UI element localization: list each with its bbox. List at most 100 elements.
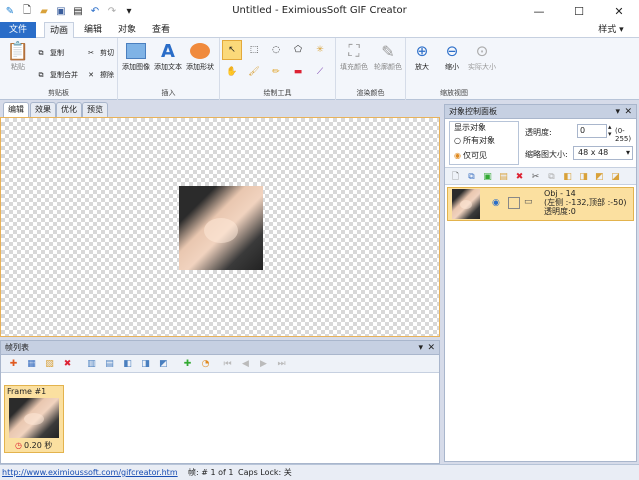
tab-file[interactable]: 文件	[0, 22, 36, 38]
canvas-image-object[interactable]	[179, 186, 263, 270]
lock-toggle-icon[interactable]	[508, 197, 520, 209]
delete-frame-icon[interactable]: ✖	[61, 357, 74, 370]
frame-thumbnail[interactable]: Frame #1 ◷ 0.20 秒	[4, 385, 64, 453]
magic-wand-icon[interactable]: ✳	[310, 40, 330, 60]
minimize-button[interactable]: —	[519, 0, 559, 22]
pencil-icon[interactable]: ✏	[266, 62, 286, 82]
tab-object[interactable]: 对象	[114, 22, 140, 38]
pin-dropdown-icon[interactable]: ▾	[418, 341, 423, 355]
copy-merge-button[interactable]: ⧉ 复制合并	[34, 68, 79, 82]
eraser-icon[interactable]: ▬	[288, 62, 308, 82]
select-rect-icon[interactable]: ⬚	[244, 40, 264, 60]
tab-edit[interactable]: 编辑	[80, 22, 106, 38]
all-objects-label: 所有对象	[462, 136, 495, 145]
redo-icon[interactable]: ↷	[105, 4, 119, 18]
frame-tool3-icon[interactable]: ◧	[121, 357, 134, 370]
object-transparency: 透明度:0	[544, 207, 576, 216]
obj-front-icon[interactable]: ◧	[561, 170, 574, 183]
open-icon[interactable]: ▰	[37, 4, 51, 18]
style-menu[interactable]: 样式 ▾	[596, 22, 626, 38]
document-tabs: 编辑 效果 优化 预览	[0, 101, 440, 117]
close-panel-icon[interactable]: ✕	[427, 341, 435, 355]
tab-preview[interactable]: 预览	[82, 102, 108, 117]
frame-delay[interactable]: ◷ 0.20 秒	[15, 440, 52, 451]
duplicate-frame-icon[interactable]: ▧	[43, 357, 56, 370]
obj-delete-icon[interactable]: ✖	[513, 170, 526, 183]
frame-image	[9, 398, 59, 438]
copy-button[interactable]: ⧉ 复制	[34, 46, 65, 60]
radio-unchecked-icon: ○	[454, 136, 461, 145]
prev-frame-icon[interactable]: ◀	[239, 357, 252, 370]
obj-cut-icon[interactable]: ✂	[529, 170, 542, 183]
paste-button[interactable]: 📋 粘贴	[2, 40, 34, 72]
insert-frame-icon[interactable]: ▦	[25, 357, 38, 370]
tab-optimize[interactable]: 优化	[56, 102, 82, 117]
line-icon[interactable]: ⟋	[310, 62, 330, 82]
obj-add-icon[interactable]: ▣	[481, 170, 494, 183]
select-poly-icon[interactable]: ⬠	[288, 40, 308, 60]
thumb-size-select[interactable]: 48 x 48 ▾	[573, 146, 633, 160]
first-frame-icon[interactable]: ⏮	[221, 357, 234, 370]
copy-icon: ⧉	[38, 48, 44, 57]
actual-size-button[interactable]: ⊙ 实际大小	[466, 40, 498, 72]
add-effect-icon[interactable]: ✚	[181, 357, 194, 370]
print-icon[interactable]: ▤	[71, 4, 85, 18]
zoom-in-button[interactable]: ⊕ 放大	[406, 40, 438, 72]
transparency-spinner[interactable]: ▴ ▾	[608, 124, 612, 138]
object-close-panel-icon[interactable]: ✕	[624, 105, 632, 119]
zoom-out-button[interactable]: ⊖ 缩小	[436, 40, 468, 72]
all-objects-radio[interactable]: ○ 所有对象	[454, 135, 495, 146]
frame-timer-icon[interactable]: ◔	[199, 357, 212, 370]
tab-effects[interactable]: 效果	[30, 102, 56, 117]
add-image-button[interactable]: 添加图像	[120, 40, 152, 72]
visibility-eye-icon[interactable]: ◉	[492, 198, 500, 208]
group-clipboard: 📋 粘贴 ⧉ 复制 ⧉ 复制合并 ✂ 剪切 ✕ 擦除 剪贴板	[0, 38, 118, 100]
delete-button[interactable]: ✕ 擦除	[84, 68, 114, 82]
obj-new-icon[interactable]: 🗋	[449, 170, 462, 183]
add-text-button[interactable]: A 添加文本	[152, 40, 184, 72]
object-list-item[interactable]: ◉ ▭ Obj - 14 (左侧 :-132,顶部 :-50) 透明度:0	[447, 187, 634, 221]
tab-edit-doc[interactable]: 编辑	[3, 102, 29, 117]
frame-tool5-icon[interactable]: ◩	[157, 357, 170, 370]
cut-button[interactable]: ✂ 剪切	[84, 46, 114, 60]
website-link[interactable]: http://www.eximioussoft.com/gifcreator.h…	[2, 465, 178, 480]
obj-merge-icon[interactable]: ⧉	[545, 170, 558, 183]
tab-animation[interactable]: 动画	[44, 22, 74, 38]
save-icon[interactable]: ▣	[54, 4, 68, 18]
outline-color-button[interactable]: ✎ 轮廓颜色	[372, 40, 404, 72]
editing-canvas[interactable]	[0, 117, 440, 337]
fill-color-button[interactable]: ⛶ 填充颜色	[338, 40, 370, 72]
obj-back-icon[interactable]: ◪	[609, 170, 622, 183]
brush-icon[interactable]: 🖌	[244, 62, 264, 82]
select-arrow-icon[interactable]: ↖	[222, 40, 242, 60]
tab-view[interactable]: 查看	[148, 22, 174, 38]
hand-icon[interactable]: ✋	[222, 62, 242, 82]
obj-backward-icon[interactable]: ◩	[593, 170, 606, 183]
select-lasso-icon[interactable]: ◌	[266, 40, 286, 60]
customize-dropdown-icon[interactable]: ▾	[122, 4, 136, 18]
last-frame-icon[interactable]: ⏭	[275, 357, 288, 370]
outline-color-label: 轮廓颜色	[374, 63, 402, 71]
visible-only-radio[interactable]: ◉ 仅可见	[454, 150, 487, 161]
quick-access-toolbar: ✎ 🗋 ▰ ▣ ▤ ↶ ↷ ▾	[0, 4, 136, 18]
add-shape-button[interactable]: 添加形状	[184, 40, 216, 72]
next-frame-icon[interactable]: ▶	[257, 357, 270, 370]
app-icon[interactable]: ✎	[3, 4, 17, 18]
transparency-input[interactable]: 0	[577, 124, 607, 138]
text-icon: A	[161, 40, 175, 62]
frame-label: Frame #1	[7, 387, 47, 396]
close-button[interactable]: ✕	[599, 0, 639, 22]
frame-tool1-icon[interactable]: ▥	[85, 357, 98, 370]
object-pin-dropdown-icon[interactable]: ▾	[615, 105, 620, 119]
zoom-out-icon: ⊖	[445, 42, 459, 60]
new-icon[interactable]: 🗋	[20, 4, 34, 18]
obj-paste-icon[interactable]: ▤	[497, 170, 510, 183]
undo-icon[interactable]: ↶	[88, 4, 102, 18]
obj-copy-icon[interactable]: ⧉	[465, 170, 478, 183]
frame-tool4-icon[interactable]: ◨	[139, 357, 152, 370]
add-frame-icon[interactable]: ✚	[7, 357, 20, 370]
maximize-button[interactable]: ☐	[559, 0, 599, 22]
obj-forward-icon[interactable]: ◨	[577, 170, 590, 183]
paste-label: 粘贴	[11, 63, 25, 71]
frame-tool2-icon[interactable]: ▤	[103, 357, 116, 370]
